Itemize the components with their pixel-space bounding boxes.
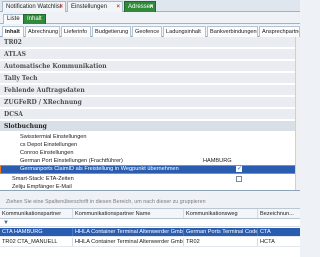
- setting-row[interactable]: Zeliju Empfänger E-Mail: [0, 183, 300, 191]
- cell-partner: CTA HAMBURG: [0, 228, 73, 236]
- cell-partner-name: HHLA Container Terminal Altenwerder GmbH: [75, 228, 184, 236]
- setting-row[interactable]: cs Depot Einstellungen: [0, 141, 300, 149]
- setting-checkbox[interactable]: [236, 165, 242, 173]
- group-atlas[interactable]: ATLAS: [0, 49, 300, 60]
- grid-header: Kommunikationspartner Kommunikationspart…: [0, 209, 300, 219]
- setting-checkbox[interactable]: [236, 176, 242, 182]
- setting-row[interactable]: German Port Einstellungen (Frachtführer)…: [0, 157, 300, 165]
- setting-row[interactable]: Swisstermial Einstellungen: [0, 133, 300, 141]
- tab-lieferinfo[interactable]: Lieferinfo: [61, 26, 91, 37]
- column-header-kommunikationsweg[interactable]: Kommunikationsweg: [184, 209, 258, 218]
- settings-panel: TR02 ATLAS Automatische Kommunikation Ta…: [0, 37, 300, 191]
- group-zugferd-xrechnung[interactable]: ZUGFeRD / XRechnung: [0, 97, 300, 108]
- tab-geofence[interactable]: Geofence: [132, 26, 162, 37]
- tab-label: Notification Watchlist: [6, 4, 62, 10]
- cell-bezeichnung: HCTA: [260, 239, 275, 245]
- tab-budgetierung[interactable]: Budgetierung: [92, 26, 131, 37]
- group-tally-tech[interactable]: Tally Tech: [0, 73, 300, 84]
- cell-partner: TR02 CTA_MANUELL: [0, 238, 73, 246]
- tab-ansprechpartner[interactable]: Ansprechpartner: [259, 26, 300, 37]
- group-automatische-kommunikation[interactable]: Automatische Kommunikation: [0, 61, 300, 72]
- setting-row-selected[interactable]: Germanports ClaimID als Freistellung in …: [0, 165, 300, 174]
- column-header-partner-name[interactable]: Kommunikationspartner Name: [73, 209, 184, 218]
- tab-abrechnung[interactable]: Abrechnung: [25, 26, 60, 37]
- tab-bankverbindungen[interactable]: Bankverbindungen: [207, 26, 258, 37]
- cell-bezeichnung: CTA: [260, 229, 271, 235]
- tab-label: Einstellungen: [71, 4, 108, 10]
- close-icon[interactable]: ×: [59, 2, 63, 12]
- setting-label: German Port Einstellungen (Frachtführer): [20, 158, 123, 164]
- setting-label: Germanports ClaimID als Freistellung in …: [20, 166, 179, 172]
- group-dcsa[interactable]: DCSA: [0, 109, 300, 120]
- group-tr02[interactable]: TR02: [0, 37, 300, 48]
- tab-liste[interactable]: Liste: [3, 14, 24, 24]
- filter-icon[interactable]: ▼: [3, 219, 9, 227]
- partner-grid: Kommunikationspartner Kommunikationspart…: [0, 208, 300, 257]
- filter-row: ▼: [0, 219, 300, 227]
- group-slotbuchung[interactable]: Slotbuchung: [0, 121, 300, 132]
- tab-ladungsinhalt[interactable]: Ladungsinhalt: [163, 26, 206, 37]
- setting-value[interactable]: HAMBURG: [203, 157, 232, 165]
- setting-label: Conroo Einstellungen: [20, 150, 74, 156]
- setting-label: Swisstermial Einstellungen: [20, 134, 87, 140]
- group-fehlende-auftragsdaten[interactable]: Fehlende Auftragsdaten: [0, 85, 300, 96]
- setting-label: cs Depot Einstellungen: [20, 142, 78, 148]
- cell-partner-name: HHLA Container Terminal Altenwerder GmbH: [75, 238, 184, 246]
- close-icon[interactable]: ×: [116, 2, 120, 12]
- tab-einstellungen[interactable]: Einstellungen ×: [67, 1, 123, 12]
- column-header-kommunikationspartner[interactable]: Kommunikationspartner: [0, 209, 73, 218]
- close-icon[interactable]: ×: [149, 2, 153, 12]
- setting-label: Zeliju Empfänger E-Mail: [12, 184, 72, 190]
- table-row[interactable]: CTA HAMBURG HHLA Container Terminal Alte…: [0, 228, 300, 237]
- setting-row[interactable]: Conroo Einstellungen: [0, 149, 300, 157]
- tab-adressen[interactable]: Adressen ×: [124, 1, 156, 12]
- vertical-scrollbar[interactable]: [295, 37, 300, 190]
- column-header-bezeichnung[interactable]: Bezeichnun...: [258, 209, 300, 218]
- view-tab-bar: Liste Inhalt: [0, 13, 300, 24]
- cell-kommunikationsweg: TR02: [184, 238, 258, 246]
- cell-kommunikationsweg: German Ports Terminal Code: [186, 228, 258, 236]
- category-tab-bar: Inhalt Abrechnung Lieferinfo Budgetierun…: [0, 25, 300, 37]
- group-by-hint[interactable]: Ziehen Sie eine Spaltenüberschrift in di…: [0, 197, 300, 207]
- table-row[interactable]: TR02 CTA_MANUELL HHLA Container Terminal…: [0, 238, 300, 247]
- tab-notification-watchlist[interactable]: Notification Watchlist ×: [2, 1, 66, 12]
- tab-inhalt[interactable]: Inhalt: [23, 14, 46, 24]
- document-tab-bar: Notification Watchlist × Einstellungen ×…: [0, 0, 300, 12]
- tab-inhalt-category[interactable]: Inhalt: [2, 26, 24, 37]
- setting-row[interactable]: Smart-Stack: ETA-Zeiten: [0, 175, 300, 183]
- setting-label: Smart-Stack: ETA-Zeiten: [12, 176, 74, 182]
